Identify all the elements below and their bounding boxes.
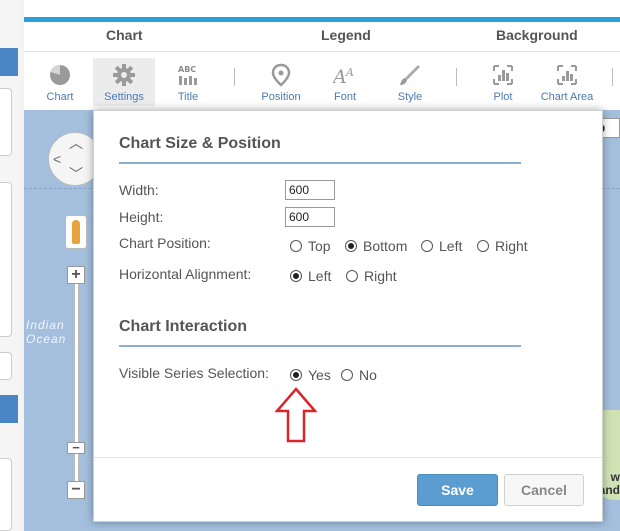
annotation-up-arrow-icon — [275, 387, 317, 443]
svg-text:ABC: ABC — [178, 65, 196, 74]
save-button[interactable]: Save — [417, 474, 498, 506]
alignment-option-left[interactable]: Left — [290, 268, 331, 284]
option-label: Left — [439, 238, 463, 254]
position-option-top[interactable]: Top — [290, 238, 331, 254]
section-underline — [119, 162, 521, 164]
visible-series-option-no[interactable]: No — [341, 367, 377, 383]
radio-button[interactable] — [341, 369, 353, 381]
position-tool-button[interactable]: Position — [259, 58, 303, 106]
left-panel-edge — [0, 0, 20, 531]
visible-series-selection-label: Visible Series Selection: — [119, 365, 269, 381]
radio-button[interactable] — [346, 270, 358, 282]
width-label: Width: — [119, 182, 159, 198]
pegman-icon — [72, 220, 80, 244]
street-view-pegman[interactable] — [65, 215, 87, 249]
toolbar-accent-bar — [24, 17, 620, 22]
radio-button[interactable] — [290, 369, 302, 381]
brush-icon — [400, 65, 420, 85]
option-label: Right — [364, 268, 397, 284]
left-panel-card — [0, 182, 12, 337]
radio-button[interactable] — [290, 270, 302, 282]
dialog-footer-divider — [94, 457, 602, 458]
radio-button[interactable] — [421, 240, 433, 252]
group-label-legend: Legend — [321, 27, 371, 43]
zoom-track[interactable] — [74, 275, 79, 490]
svg-text:A: A — [345, 66, 354, 79]
plot-area-icon — [493, 65, 513, 85]
cancel-button[interactable]: Cancel — [504, 474, 584, 506]
left-panel-card — [0, 458, 12, 531]
zoom-slider-handle[interactable]: − — [67, 441, 85, 454]
pan-down-icon[interactable]: ﹀ — [69, 167, 83, 181]
pie-chart-icon — [50, 65, 70, 85]
left-panel-field — [0, 352, 12, 380]
left-panel-card — [0, 88, 12, 156]
ocean-label-line: Ocean — [26, 332, 67, 346]
chart-area-icon — [557, 65, 577, 85]
toolbar-separator — [612, 68, 613, 86]
title-text-icon: ABC — [178, 65, 197, 85]
horizontal-alignment-label: Horizontal Alignment: — [119, 266, 252, 282]
tool-label: Settings — [104, 91, 144, 103]
option-label: Right — [495, 238, 528, 254]
tool-label: Plot — [493, 91, 513, 103]
tool-label: Title — [177, 91, 199, 103]
style-tool-button[interactable]: Style — [392, 58, 428, 106]
height-label: Height: — [119, 209, 164, 225]
option-label: Left — [308, 268, 332, 284]
tool-label: Style — [397, 91, 423, 103]
position-option-bottom[interactable]: Bottom — [345, 238, 407, 254]
toolbar-separator — [456, 68, 457, 86]
chart-area-tool-button[interactable]: Chart Area — [537, 58, 597, 106]
position-option-left[interactable]: Left — [421, 238, 462, 254]
plot-tool-button[interactable]: Plot — [485, 58, 521, 106]
zoom-out-button[interactable]: − — [67, 481, 85, 499]
radio-button[interactable] — [290, 240, 302, 252]
land-label: w — [610, 470, 620, 484]
radio-button[interactable] — [345, 240, 357, 252]
zoom-in-button[interactable]: + — [67, 266, 85, 284]
section-title-chart-interaction: Chart Interaction — [119, 318, 248, 335]
ocean-label-line: Indian — [26, 318, 65, 332]
tool-label: Font — [333, 91, 356, 103]
option-label: Bottom — [363, 238, 408, 254]
option-label: Yes — [308, 367, 331, 383]
option-label: Top — [308, 238, 331, 254]
pan-up-icon[interactable]: ︿ — [69, 136, 83, 150]
settings-tool-button[interactable]: Settings — [93, 58, 155, 106]
position-option-right[interactable]: Right — [477, 238, 528, 254]
chart-tool-button[interactable]: Chart — [38, 58, 82, 106]
section-title-size-position: Chart Size & Position — [119, 135, 281, 152]
alignment-option-right[interactable]: Right — [346, 268, 397, 284]
title-tool-button[interactable]: ABC Title — [170, 58, 206, 106]
option-label: No — [359, 367, 377, 383]
toolbar-separator — [234, 68, 235, 86]
group-label-chart: Chart — [106, 27, 143, 43]
width-input[interactable] — [285, 180, 335, 200]
section-underline — [119, 345, 521, 347]
tool-label: Position — [261, 91, 301, 103]
tool-label: Chart — [46, 91, 74, 103]
left-panel-header — [0, 48, 18, 76]
chart-settings-dialog: Chart Size & Position Width: Height: Cha… — [93, 110, 603, 522]
ocean-label: Indian Ocean — [26, 318, 66, 346]
svg-text:A: A — [333, 66, 347, 87]
chart-position-label: Chart Position: — [119, 235, 211, 251]
group-label-background: Background — [496, 27, 578, 43]
location-pin-icon — [271, 63, 291, 87]
font-icon: AA — [333, 66, 354, 87]
gear-icon — [113, 64, 135, 86]
visible-series-option-yes[interactable]: Yes — [290, 367, 331, 383]
pan-left-icon[interactable]: < — [53, 152, 61, 166]
radio-button[interactable] — [477, 240, 489, 252]
height-input[interactable] — [285, 207, 335, 227]
font-tool-button[interactable]: AA Font — [327, 58, 363, 106]
toolbar-divider — [24, 51, 620, 52]
tool-label: Chart Area — [540, 91, 594, 103]
left-panel-header — [0, 395, 18, 423]
